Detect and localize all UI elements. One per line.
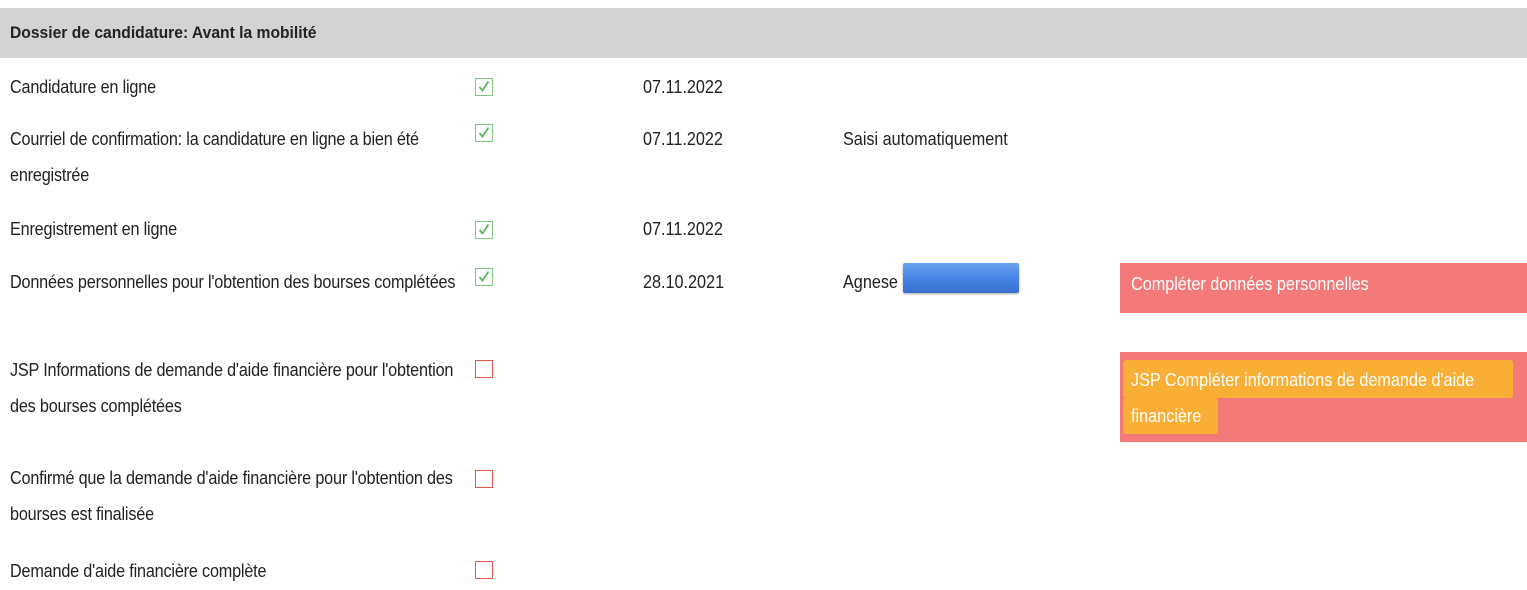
checkbox-checked[interactable] <box>475 268 493 286</box>
row-date: 07.11.2022 <box>643 129 723 149</box>
checkbox-checked[interactable] <box>475 124 493 142</box>
row-label: JSP Informations de demande d'aide finan… <box>10 360 454 416</box>
row-date: 07.11.2022 <box>643 219 723 239</box>
checkmark-icon <box>478 224 490 235</box>
section-header: Dossier de candidature: Avant la mobilit… <box>0 8 1527 58</box>
row-label: Enregistrement en ligne <box>10 219 177 239</box>
application-checklist-page: Dossier de candidature: Avant la mobilit… <box>0 0 1527 590</box>
row-date: 07.11.2022 <box>643 77 723 97</box>
row-note: Saisi automatiquement <box>843 129 1008 149</box>
checkbox-checked[interactable] <box>475 78 493 96</box>
row-label: Confirmé que la demande d'aide financièr… <box>10 468 453 524</box>
row-label: Courriel de confirmation: la candidature… <box>10 129 419 185</box>
checkbox-unchecked[interactable] <box>475 360 493 378</box>
redacted-name-bar <box>903 263 1019 293</box>
row-label: Candidature en ligne <box>10 77 156 97</box>
complete-personal-data-button[interactable]: Compléter données personnelles <box>1120 263 1527 313</box>
checkmark-icon <box>478 81 490 92</box>
row-date: 28.10.2021 <box>643 272 725 292</box>
checkmark-icon <box>478 271 490 282</box>
checkbox-unchecked[interactable] <box>475 561 493 579</box>
row-note: Agnese <box>843 272 898 292</box>
row-label: Données personnelles pour l'obtention de… <box>10 272 456 292</box>
checkbox-checked[interactable] <box>475 221 493 239</box>
checkbox-unchecked[interactable] <box>475 470 493 488</box>
section-title: Dossier de candidature: Avant la mobilit… <box>10 23 317 42</box>
checkmark-icon <box>478 127 490 138</box>
row-label: Demande d'aide financière complète <box>10 561 267 581</box>
jsp-complete-financial-info-button[interactable]: JSP Compléter informations de demande d'… <box>1120 352 1527 442</box>
